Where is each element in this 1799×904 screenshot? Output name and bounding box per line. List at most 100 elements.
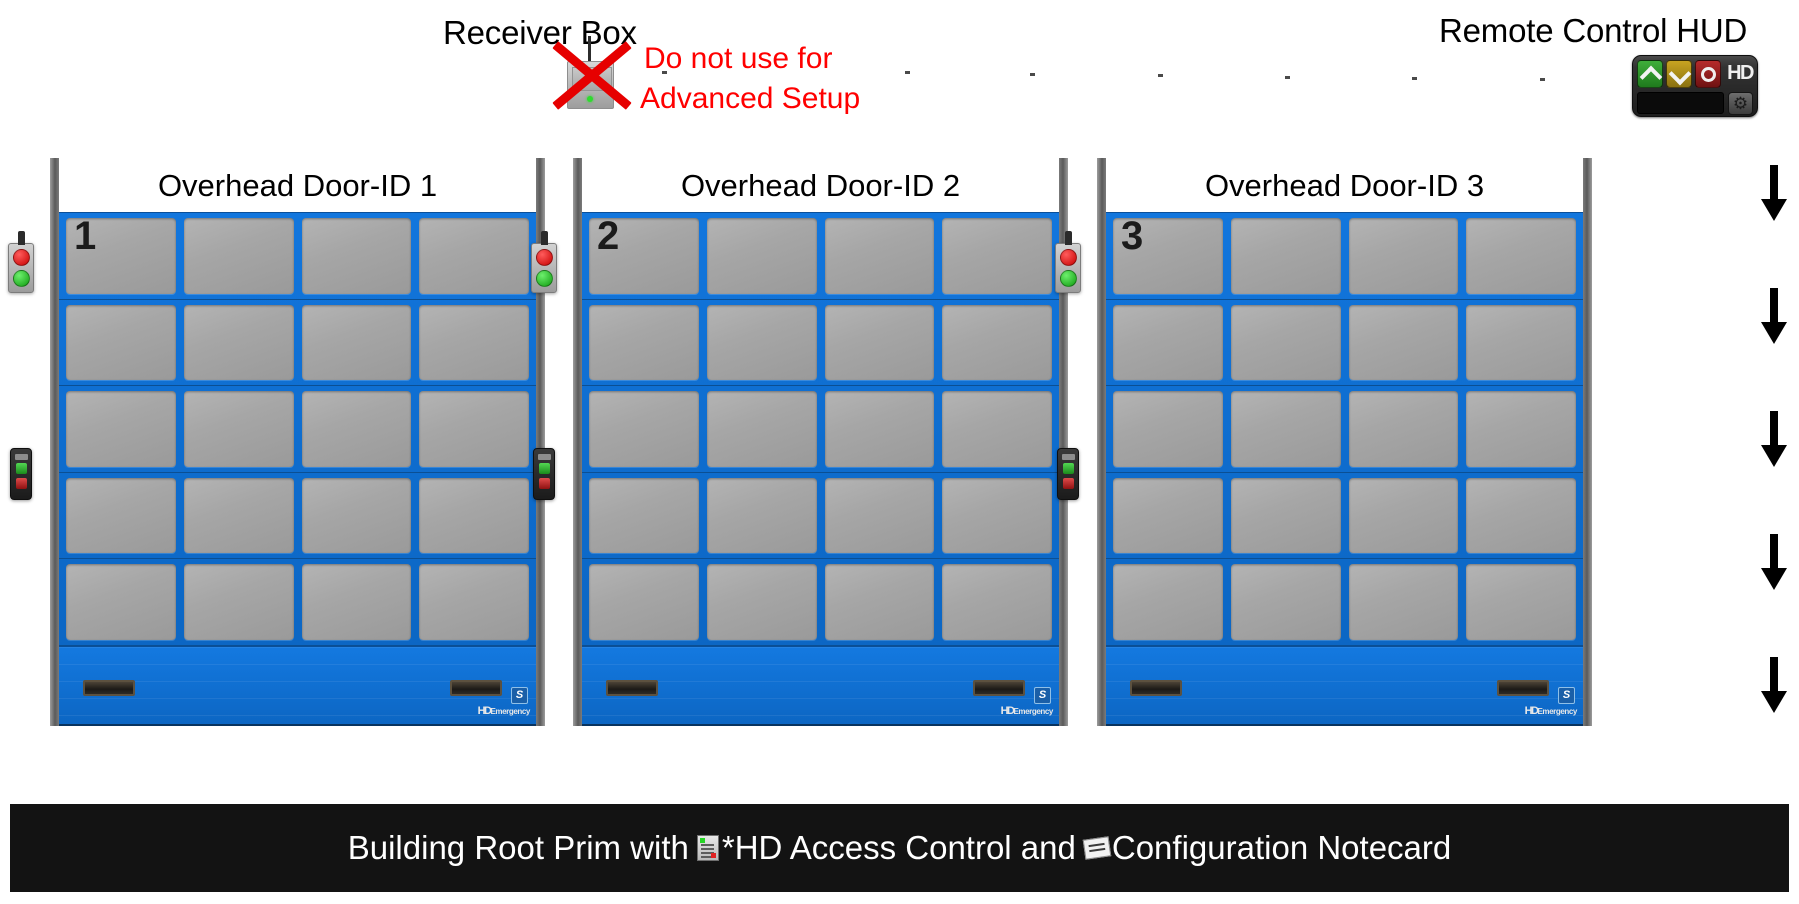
door-jamb-left [50,158,59,726]
decorative-dot [905,71,910,74]
script-icon [696,835,719,861]
overhead-door-2[interactable]: Overhead Door-ID 2 2 S HDEmergency [531,158,1068,726]
green-switch-button[interactable] [16,463,27,474]
door-panel [66,304,176,381]
door-2-body[interactable]: 2 S HDEmergency [582,212,1059,726]
green-switch-button[interactable] [1063,463,1074,474]
door-3-body[interactable]: 3 S HDEmergency [1106,212,1583,726]
door-handle-left[interactable] [1130,679,1182,696]
door-1-title: Overhead Door-ID 1 [157,168,438,203]
decorative-dot [1285,76,1290,79]
red-lamp-icon[interactable] [1060,249,1077,266]
door-panel-row [59,559,536,646]
brand-suffix: Emergency [1537,706,1577,716]
door-panel [66,564,176,640]
wall-switch-panel-1[interactable] [10,448,32,500]
door-panel [183,218,294,294]
door-panel-row [59,473,536,560]
door-panel [301,391,412,467]
door-2-title: Overhead Door-ID 2 [680,168,961,203]
brand-short: HD [1000,704,1015,717]
door-handle-left[interactable] [606,679,658,696]
door-panel [301,564,412,640]
chevron-down-icon [1671,66,1687,82]
arrow-down-icon [1761,411,1787,471]
door-panel [942,218,1052,294]
red-lamp-icon[interactable] [536,249,553,266]
hud-stop-button[interactable] [1695,60,1722,88]
traffic-light-panel-1[interactable] [8,231,34,293]
bottom-banner: Building Root Prim with *HD Access Contr… [10,804,1789,892]
red-lamp-icon[interactable] [13,249,30,266]
door-panel [1466,477,1576,554]
banner-text: Building Root Prim with *HD Access Contr… [348,829,1452,867]
script-badge-icon: S [1558,686,1575,704]
door-jamb-left [573,158,582,726]
arrow-down-icon [1761,657,1787,717]
door-panel-row [582,559,1059,646]
brand-short: HD [1524,704,1539,717]
green-lamp-icon[interactable] [1060,270,1077,287]
hud-close-button[interactable] [1666,60,1693,88]
door-1-number: 1 [74,214,97,258]
door-panel [1230,564,1341,640]
green-switch-button[interactable] [539,463,550,474]
mount-stem [1065,231,1072,245]
door-panel [824,218,935,294]
door-panel [1348,477,1459,554]
door-panel [706,304,817,381]
door-panel-row [582,473,1059,560]
door-panel [1230,304,1341,381]
door-panel [419,564,529,640]
door-handle-right[interactable] [1497,679,1549,696]
door-handle-right[interactable] [450,679,502,696]
door-handle-right[interactable] [973,679,1025,696]
door-panel-row [1106,300,1583,387]
wall-switch-panel-2[interactable] [533,448,555,500]
banner-part-3: Configuration Notecard [1111,829,1452,866]
door-panel [1230,218,1341,294]
green-lamp-icon[interactable] [13,270,30,287]
red-x-strike-icon [548,38,634,112]
red-switch-button[interactable] [539,478,550,489]
door-bottom-section: S HDEmergency [1106,645,1583,724]
remote-control-hud[interactable]: HD ⚙ [1632,55,1758,117]
script-badge-icon: S [511,686,528,704]
door-panel [183,564,294,640]
hud-open-button[interactable] [1637,60,1664,88]
door-panel [1230,477,1341,554]
door-handle-left[interactable] [83,679,135,696]
door-panel [706,477,817,554]
door-panel [1348,564,1459,640]
door-panel [942,391,1052,467]
overhead-door-1[interactable]: Overhead Door-ID 1 1 S HDEmergency [8,158,545,726]
red-switch-button[interactable] [1063,478,1074,489]
door-panel [301,304,412,381]
overhead-door-3[interactable]: Overhead Door-ID 3 3 S HDEmergency [1055,158,1592,726]
door-panel-row: 1 [59,213,536,300]
door-panel-row [59,300,536,387]
brand-suffix: Emergency [490,706,530,716]
brand-short: HD [477,704,492,717]
door-panel-row [582,386,1059,473]
hud-settings-button[interactable]: ⚙ [1728,91,1753,115]
door-panel [419,391,529,467]
door-panel-row: 3 [1106,213,1583,300]
red-switch-button[interactable] [16,478,27,489]
hud-status-display[interactable] [1637,92,1724,114]
door-panel [824,304,935,381]
door-panel-row [59,386,536,473]
door-1-body[interactable]: 1 S HDEmergency [59,212,536,726]
green-lamp-icon[interactable] [536,270,553,287]
wall-switch-panel-3[interactable] [1057,448,1079,500]
door-panel [301,477,412,554]
remote-control-hud-label: Remote Control HUD [1439,12,1748,49]
door-panel [1348,391,1459,467]
door-panel: 2 [589,214,699,294]
traffic-light-panel-2[interactable] [531,231,557,293]
door-panel-row [1106,473,1583,560]
traffic-light-panel-3[interactable] [1055,231,1081,293]
door-panel [824,477,935,554]
chevron-up-icon [1642,66,1658,82]
gear-icon: ⚙ [1732,93,1749,113]
